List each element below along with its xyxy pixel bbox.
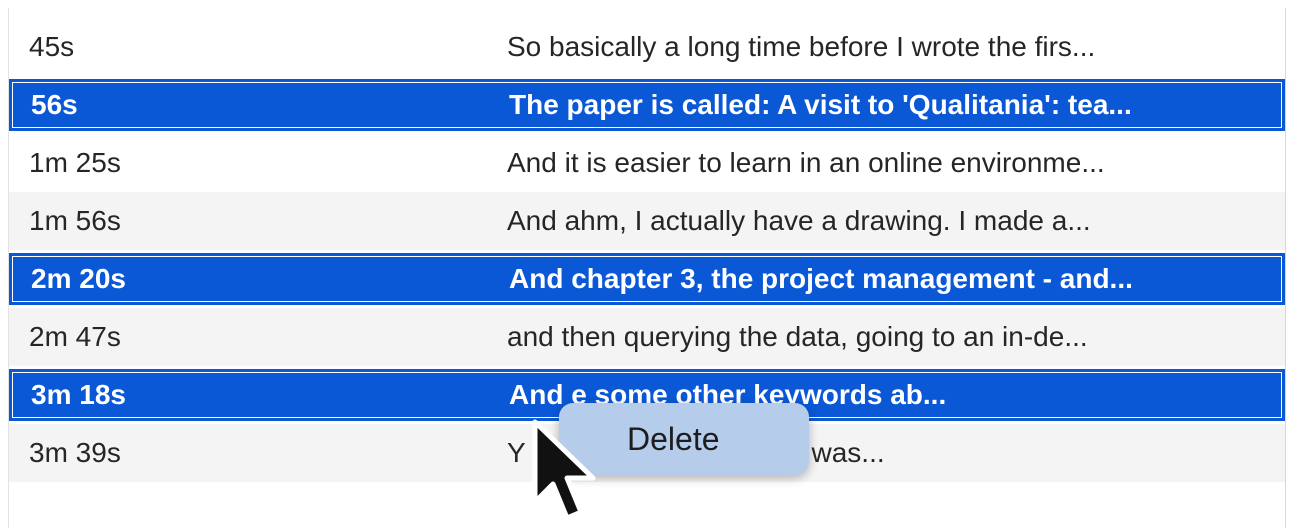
row-timestamp: 3m 39s [29,437,121,468]
table-row[interactable]: 1m 25s And it is easier to learn in an o… [9,134,1285,192]
row-timestamp: 45s [29,31,75,62]
row-timestamp: 56s [31,89,78,120]
table-row[interactable]: 1m 56s And ahm, I actually have a drawin… [9,192,1285,250]
row-timestamp: 1m 25s [29,147,121,178]
row-text: And it is easier to learn in an online e… [507,147,1105,178]
row-timestamp: 2m 47s [29,321,121,352]
table-row[interactable]: 45s So basically a long time before I wr… [9,18,1285,76]
table-row[interactable]: 2m 47s and then querying the data, going… [9,308,1285,366]
table-row-selected[interactable]: 56s The paper is called: A visit to 'Qua… [9,79,1285,131]
delete-menu-item[interactable]: Delete [627,421,720,458]
row-text: And chapter 3, the project management - … [509,263,1133,294]
row-text: and then querying the data, going to an … [507,321,1088,352]
row-text: The paper is called: A visit to 'Qualita… [509,89,1132,120]
arrow-pointer-icon [532,419,596,521]
table-row-selected[interactable]: 2m 20s And chapter 3, the project manage… [9,253,1285,305]
row-timestamp: 3m 18s [31,379,126,410]
row-timestamp: 1m 56s [29,205,121,236]
row-text: And ahm, I actually have a drawing. I ma… [507,205,1091,236]
row-timestamp: 2m 20s [31,263,126,294]
row-text: So basically a long time before I wrote … [507,31,1096,62]
